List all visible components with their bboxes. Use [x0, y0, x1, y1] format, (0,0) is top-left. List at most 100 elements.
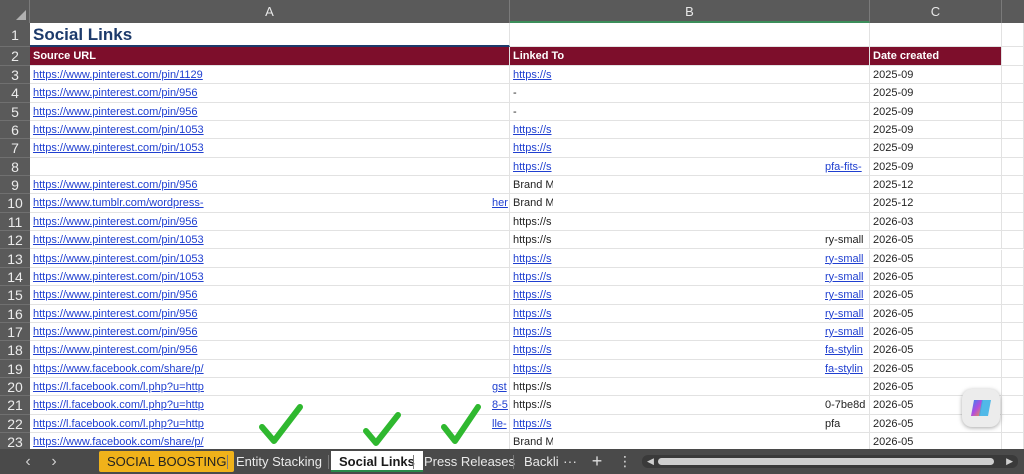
empty-cell[interactable] [1002, 359, 1024, 378]
date-created-cell[interactable]: 2025-12 [870, 176, 1002, 195]
scroll-left-icon[interactable]: ◀ [647, 455, 654, 468]
sheet-grid[interactable]: Social Links Source URL Linked To Date c… [30, 23, 1024, 449]
source-url-tail[interactable]: her [492, 194, 510, 213]
row-header[interactable]: 9 [0, 176, 30, 195]
row-header[interactable]: 19 [0, 360, 30, 378]
row-header[interactable]: 2 [0, 47, 30, 66]
date-created-cell[interactable]: 2026-05 [870, 359, 1002, 378]
add-sheet-button[interactable]: + [588, 449, 606, 474]
linked-to-tail[interactable]: ry-small [825, 304, 870, 323]
source-url-tail[interactable]: 8-5 [492, 396, 510, 415]
scrollbar-thumb[interactable] [658, 458, 994, 465]
tab-social-boosting[interactable]: SOCIAL BOOSTING [99, 451, 235, 472]
row-header[interactable]: 16 [0, 305, 30, 323]
empty-cell[interactable] [1002, 139, 1024, 158]
row-header[interactable]: 4 [0, 84, 30, 103]
row-header[interactable]: 18 [0, 341, 30, 360]
linked-to-tail[interactable]: ry-small [825, 249, 870, 268]
row-header[interactable]: 17 [0, 323, 30, 342]
row-header[interactable]: 1 [0, 23, 30, 47]
linked-to-tail[interactable]: ry-small [825, 286, 870, 305]
linked-to-tail[interactable]: ry-small [825, 267, 870, 287]
empty-cell[interactable] [1002, 304, 1024, 323]
date-created-cell[interactable]: 2026-05 [870, 286, 1002, 305]
date-created-cell[interactable]: 2025-09 [870, 66, 1002, 85]
title-cell[interactable]: Social Links [30, 23, 510, 47]
empty-cell[interactable] [1002, 267, 1024, 287]
prev-sheet-arrow-icon[interactable]: ‹ [18, 449, 38, 474]
next-sheet-arrow-icon[interactable]: › [44, 449, 64, 474]
header-source-url[interactable]: Source URL [30, 47, 510, 66]
source-url-tail[interactable]: gst [492, 378, 510, 397]
tab-press-releases[interactable]: Press Releases [416, 451, 523, 472]
linked-to-tail[interactable]: pfa [825, 414, 870, 433]
empty-cell[interactable] [1002, 157, 1024, 177]
date-created-cell[interactable]: 2026-05 [870, 433, 1002, 449]
date-created-cell[interactable]: 2025-09 [870, 157, 1002, 177]
empty-cell[interactable] [1002, 433, 1024, 449]
empty-cell[interactable] [1002, 176, 1024, 195]
source-url-tail[interactable]: lle- [492, 415, 510, 433]
empty-cell[interactable] [1002, 102, 1024, 122]
column-header-b[interactable]: B [510, 0, 870, 23]
linked-to-tail[interactable]: fa-stylin [825, 359, 870, 378]
tab-backlinks[interactable]: Backli [516, 451, 567, 472]
empty-cell[interactable] [1002, 121, 1024, 140]
empty-cell[interactable] [1002, 341, 1024, 360]
date-created-cell[interactable]: 2026-05 [870, 267, 1002, 287]
row-header[interactable]: 14 [0, 268, 30, 287]
empty-cell[interactable] [1002, 249, 1024, 268]
row-header[interactable]: 7 [0, 139, 30, 158]
linked-to-tail[interactable]: fa-stylin [825, 341, 870, 360]
select-all-corner[interactable] [0, 0, 30, 23]
linked-to-tail[interactable]: ry-small [825, 322, 870, 342]
row-header[interactable]: 15 [0, 286, 30, 305]
linked-to-tail[interactable]: pfa-fits- [825, 157, 870, 177]
column-header-d[interactable] [1002, 0, 1024, 23]
linked-to-tail[interactable]: ry-small [825, 231, 870, 250]
column-header-a[interactable]: A [30, 0, 510, 23]
empty-cell[interactable] [1002, 231, 1024, 250]
horizontal-scrollbar[interactable]: ◀ ▶ [642, 455, 1018, 468]
tab-entity-stacking[interactable]: Entity Stacking [228, 451, 330, 472]
empty-cell[interactable] [1002, 396, 1024, 415]
date-created-cell[interactable]: 2025-09 [870, 139, 1002, 158]
header-date-created[interactable]: Date created [870, 47, 1002, 66]
date-created-cell[interactable]: 2025-12 [870, 194, 1002, 213]
empty-cell[interactable] [1002, 84, 1024, 103]
cell-c1[interactable] [870, 23, 1002, 47]
row-header[interactable]: 11 [0, 213, 30, 232]
date-created-cell[interactable]: 2025-09 [870, 102, 1002, 122]
date-created-cell[interactable]: 2026-05 [870, 341, 1002, 360]
date-created-cell[interactable]: 2025-09 [870, 121, 1002, 140]
row-header[interactable]: 8 [0, 158, 30, 177]
sheet-options-icon[interactable]: ⋮ [616, 449, 634, 474]
empty-cell[interactable] [1002, 322, 1024, 342]
row-header[interactable]: 22 [0, 415, 30, 433]
empty-cell[interactable] [1002, 286, 1024, 305]
row-header[interactable]: 5 [0, 103, 30, 122]
date-created-cell[interactable]: 2026-03 [870, 212, 1002, 232]
row-header[interactable]: 20 [0, 378, 30, 397]
copilot-button[interactable] [962, 389, 1000, 427]
date-created-cell[interactable]: 2026-05 [870, 322, 1002, 342]
tab-social-links[interactable]: Social Links [331, 451, 423, 472]
cell-d2[interactable] [1002, 47, 1024, 66]
date-created-cell[interactable]: 2026-05 [870, 304, 1002, 323]
more-sheets-icon[interactable]: ··· [561, 449, 579, 474]
row-header[interactable]: 21 [0, 396, 30, 415]
column-header-c[interactable]: C [870, 0, 1002, 23]
cell-d1[interactable] [1002, 23, 1024, 47]
linked-to-tail[interactable]: 0-7be8d [825, 396, 870, 415]
date-created-cell[interactable]: 2026-05 [870, 249, 1002, 268]
cell-b1[interactable] [510, 23, 870, 47]
row-header[interactable]: 3 [0, 66, 30, 85]
row-header[interactable]: 13 [0, 250, 30, 268]
date-created-cell[interactable]: 2025-09 [870, 84, 1002, 103]
empty-cell[interactable] [1002, 66, 1024, 85]
header-linked-to[interactable]: Linked To [510, 47, 870, 66]
scroll-right-icon[interactable]: ▶ [1006, 455, 1013, 468]
empty-cell[interactable] [1002, 194, 1024, 213]
row-header[interactable]: 12 [0, 231, 30, 250]
empty-cell[interactable] [1002, 212, 1024, 232]
